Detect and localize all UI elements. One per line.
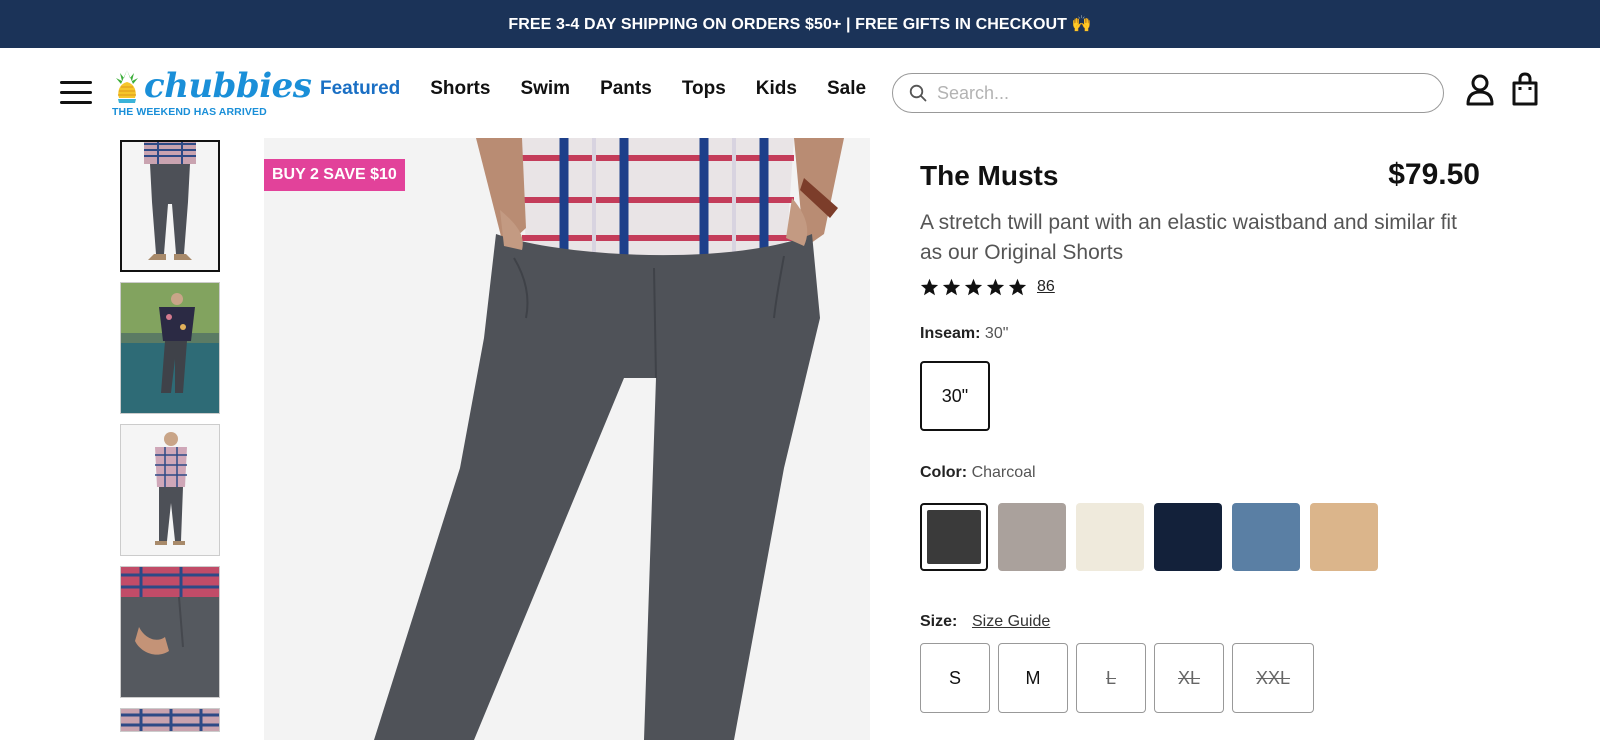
size-option-l[interactable]: L xyxy=(1076,643,1146,713)
pineapple-icon xyxy=(116,70,138,103)
star-rating xyxy=(920,278,1027,296)
size-option-label: S xyxy=(948,667,961,688)
size-option-label: XL xyxy=(1177,667,1201,688)
size-guide-link[interactable]: Size Guide xyxy=(972,613,1050,631)
account-icon[interactable] xyxy=(1465,74,1495,106)
plaid-thumbnail-image xyxy=(121,709,219,731)
size-option-label: M xyxy=(1025,667,1041,688)
thumbnail-3[interactable] xyxy=(120,424,220,556)
thumbnail-2[interactable] xyxy=(120,282,220,414)
nav-item-featured[interactable]: Featured xyxy=(320,78,400,100)
announcement-text: FREE 3-4 DAY SHIPPING ON ORDERS $50+ | F… xyxy=(508,16,1092,33)
detail-thumbnail-image xyxy=(121,567,219,697)
full-body-thumbnail-image xyxy=(155,432,187,545)
product-description: A stretch twill pant with an elastic wai… xyxy=(920,211,1457,264)
inseam-label-text: Inseam: xyxy=(920,325,981,342)
inseam-option-30[interactable]: 30" xyxy=(920,361,990,431)
product-price: $79.50 xyxy=(1388,158,1480,191)
promo-badge: BUY 2 SAVE $10 xyxy=(264,159,405,191)
thumbnail-4[interactable] xyxy=(120,566,220,698)
size-option-label: L xyxy=(1105,667,1116,688)
product-title: The Musts xyxy=(920,160,1059,191)
size-option-m[interactable]: M xyxy=(998,643,1068,713)
star-icon xyxy=(986,278,1005,296)
main-nav: Featured Shorts Swim Pants Tops Kids Sal… xyxy=(320,78,896,100)
size-label-text: Size: xyxy=(920,613,958,630)
swatch-taupe[interactable] xyxy=(998,503,1066,571)
search-box[interactable] xyxy=(892,73,1444,113)
nav-item-pants[interactable]: Pants xyxy=(600,78,652,100)
swatch-khaki[interactable] xyxy=(1310,503,1378,571)
inseam-label: Inseam: 30" xyxy=(920,325,1008,343)
main-product-image[interactable] xyxy=(264,138,870,740)
size-option-label: XXL xyxy=(1255,667,1291,688)
search-input[interactable] xyxy=(937,82,1417,104)
color-value: Charcoal xyxy=(971,464,1036,481)
review-count-link[interactable]: 86 xyxy=(1037,278,1055,296)
shopping-bag-icon[interactable] xyxy=(1511,72,1539,106)
menu-icon[interactable] xyxy=(60,81,92,105)
product-thumbnail-image xyxy=(144,142,196,260)
inseam-value: 30" xyxy=(984,325,1009,342)
swatch-slate-blue[interactable] xyxy=(1232,503,1300,571)
nav-item-sale[interactable]: Sale xyxy=(827,78,866,100)
nav-item-swim[interactable]: Swim xyxy=(520,78,570,100)
star-icon xyxy=(920,278,939,296)
product-rating[interactable]: 86 xyxy=(920,278,1055,296)
logo-wordmark: chubbies xyxy=(144,66,312,106)
swatch-charcoal[interactable] xyxy=(920,503,988,571)
star-icon xyxy=(942,278,961,296)
size-option-xxl[interactable]: XXL xyxy=(1232,643,1314,713)
site-header: chubbies THE WEEKEND HAS ARRIVED Feature… xyxy=(0,48,1600,138)
size-option-s[interactable]: S xyxy=(920,643,990,713)
inseam-option-label: 30" xyxy=(941,385,969,406)
color-label-text: Color: xyxy=(920,464,968,481)
logo-tagline: THE WEEKEND HAS ARRIVED xyxy=(112,106,267,118)
announcement-bar: FREE 3-4 DAY SHIPPING ON ORDERS $50+ | F… xyxy=(0,0,1600,48)
size-label: Size: xyxy=(920,613,957,631)
pants-photo xyxy=(374,138,844,740)
thumbnail-1[interactable] xyxy=(120,140,220,272)
swatch-fill xyxy=(927,510,981,564)
thumbnail-5[interactable] xyxy=(120,708,220,732)
swatch-cream[interactable] xyxy=(1076,503,1144,571)
size-option-xl[interactable]: XL xyxy=(1154,643,1224,713)
logo[interactable]: chubbies THE WEEKEND HAS ARRIVED xyxy=(112,66,312,120)
star-icon xyxy=(1008,278,1027,296)
star-icon xyxy=(964,278,983,296)
color-label: Color: Charcoal xyxy=(920,464,1036,482)
nav-item-tops[interactable]: Tops xyxy=(682,78,726,100)
nav-item-kids[interactable]: Kids xyxy=(756,78,797,100)
search-icon xyxy=(909,84,927,102)
lifestyle-thumbnail-image xyxy=(121,283,219,413)
nav-item-shorts[interactable]: Shorts xyxy=(430,78,490,100)
swatch-navy[interactable] xyxy=(1154,503,1222,571)
